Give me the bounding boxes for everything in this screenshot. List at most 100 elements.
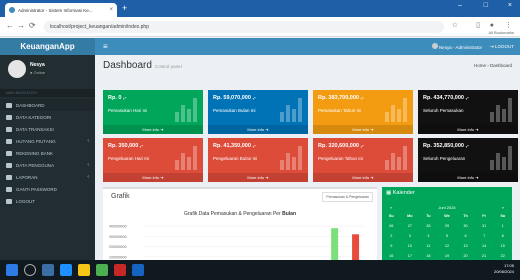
user-menu[interactable]: Nesya - Administrator [431, 43, 482, 50]
grafik-title: Grafik [111, 193, 130, 200]
more-info-link[interactable]: More info ➜ [313, 173, 413, 182]
sidebar: Nesya ● Online MAIN NAVIGATION DASHBOARD… [0, 55, 95, 260]
back-icon[interactable]: ← [6, 22, 14, 30]
calendar-date[interactable]: 7 [475, 231, 494, 241]
calendar-date[interactable]: 31 [475, 221, 494, 231]
tab-pemasukan-pengeluaran[interactable]: Pemasukan & Pengeluaran [322, 192, 373, 202]
calendar-date[interactable]: 6 [456, 231, 475, 241]
calendar-date[interactable]: 17 [401, 251, 420, 260]
new-tab-icon[interactable]: + [122, 3, 127, 13]
sidebar-menu: DASHBOARD DATA KATEGORI DATA TRANSAKSI HUTA… [0, 99, 95, 207]
hamburger-icon[interactable]: ≡ [103, 42, 108, 51]
clock-date: 20/06/2024 [493, 269, 514, 274]
sidebar-item-data-transaksi[interactable]: DATA TRANSAKSI [0, 123, 95, 135]
browser-tab[interactable]: Administrator - Sistem Informasi Ke... × [5, 3, 117, 17]
sidebar-item-laporan[interactable]: LAPORAN ‹ [0, 171, 95, 183]
reload-icon[interactable]: ⟳ [29, 22, 36, 30]
calendar-date[interactable]: 28 [419, 221, 438, 231]
calendar-date[interactable]: 27 [401, 221, 420, 231]
calendar-date[interactable]: 5 [438, 231, 457, 241]
edge-icon[interactable] [60, 264, 72, 276]
search-icon[interactable] [24, 264, 36, 276]
task-view-icon[interactable] [42, 264, 54, 276]
all-bookmarks[interactable]: All Bookmarks [488, 30, 514, 35]
stat-box: Rp. 352,850,000 ,- Seluruh Pengeluaran Mor… [418, 138, 518, 182]
more-info-link[interactable]: More info ➜ [418, 125, 518, 134]
calendar-date[interactable]: 22 [493, 251, 512, 260]
sidebar-item-data-kategori[interactable]: DATA KATEGORI [0, 111, 95, 123]
menu-kebab-icon[interactable]: ⋮ [505, 22, 512, 30]
mail-icon[interactable] [132, 264, 144, 276]
calendar-header: ▦ Kalender [386, 190, 415, 196]
calendar-date[interactable]: 20 [456, 251, 475, 260]
calendar-date[interactable]: 29 [438, 221, 457, 231]
stat-value: Rp. 350,000 ,- [108, 143, 144, 149]
page-subtitle: Control panel [154, 64, 182, 69]
calendar-date[interactable]: 16 [382, 251, 401, 260]
minimize-icon[interactable]: – [458, 2, 462, 9]
sidebar-item-label: DATA PENGGUNA [16, 162, 55, 168]
menu-icon [6, 186, 12, 192]
stat-bar-icon [490, 98, 512, 122]
calendar-date[interactable]: 4 [419, 231, 438, 241]
calendar-date[interactable]: 30 [456, 221, 475, 231]
logout-top-button[interactable]: ⇥ LOGOUT [490, 44, 514, 50]
profile-icon[interactable]: ● [490, 22, 494, 30]
more-info-link[interactable]: More info ➜ [208, 173, 308, 182]
system-tray[interactable]: 17:05 20/06/2024 [494, 263, 514, 275]
calendar-date[interactable]: 19 [438, 251, 457, 260]
more-info-link[interactable]: More info ➜ [208, 125, 308, 134]
more-info-label: More info [142, 127, 160, 132]
chrome-icon[interactable] [96, 264, 108, 276]
more-info-link[interactable]: More info ➜ [103, 173, 203, 182]
calendar-date[interactable]: 1 [493, 221, 512, 231]
extensions-icon[interactable]: ▯ [476, 22, 480, 30]
stat-value: Rp. 0 ,- [108, 95, 127, 101]
calendar-date[interactable]: 3 [401, 231, 420, 241]
sidebar-item-rekening-bank[interactable]: REKENING BANK [0, 147, 95, 159]
calendar-date[interactable]: 11 [419, 241, 438, 251]
app-icon[interactable] [114, 264, 126, 276]
more-info-link[interactable]: More info ➜ [313, 125, 413, 134]
file-explorer-icon[interactable] [78, 264, 90, 276]
sidebar-item-data-pengguna[interactable]: DATA PENGGUNA ‹ [0, 159, 95, 171]
calendar-date[interactable]: 13 [456, 241, 475, 251]
sidebar-item-dashboard[interactable]: DASHBOARD [0, 99, 95, 111]
windows-start-icon[interactable] [6, 264, 18, 276]
more-info-label: More info [352, 175, 370, 180]
sidebar-item-logout[interactable]: LOGOUT [0, 195, 95, 207]
calendar-panel: ▦ Kalender « Juni 2024 » Su Mo Tu We Th Fr Sa 2… [382, 187, 512, 260]
sidebar-item-label: GANTI PASSWORD [16, 186, 57, 192]
chevron-left-icon: ‹ [87, 174, 89, 180]
more-info-link[interactable]: More info ➜ [103, 125, 203, 134]
maximize-icon[interactable]: □ [484, 2, 488, 9]
chart-title-text: Grafik Data Pemasukan & Pengeluaran Per [184, 211, 281, 217]
calendar-date[interactable]: 10 [401, 241, 420, 251]
calendar-date[interactable]: 2 [382, 231, 401, 241]
calendar-date[interactable]: 12 [438, 241, 457, 251]
calendar-next-icon[interactable]: » [502, 205, 504, 210]
sidebar-item-hutang-piutang[interactable]: HUTANG PIUTANG ‹ [0, 135, 95, 147]
calendar-icon: ▦ [386, 190, 392, 196]
close-tab-icon[interactable]: × [109, 7, 113, 13]
calendar-date[interactable]: 26 [382, 221, 401, 231]
calendar-date[interactable]: 9 [382, 241, 401, 251]
window-close-icon[interactable]: × [508, 2, 512, 9]
forward-icon[interactable]: → [17, 22, 25, 30]
calendar-title: Kalender [392, 190, 415, 196]
url-field[interactable]: localhost/project_keuangan/admin/index.p… [44, 21, 444, 33]
calendar-date[interactable]: 15 [493, 241, 512, 251]
menu-icon [6, 138, 12, 144]
calendar-date[interactable]: 18 [419, 251, 438, 260]
calendar-date[interactable]: 8 [493, 231, 512, 241]
calendar-date[interactable]: 21 [475, 251, 494, 260]
more-info-label: More info [457, 127, 475, 132]
breadcrumb[interactable]: Home › Dashboard [474, 63, 512, 68]
stat-label: Pengeluaran Tahun Ini [318, 156, 363, 161]
sidebar-item-ganti-password[interactable]: GANTI PASSWORD [0, 183, 95, 195]
main-content: Dashboard Control panel Home › Dashboard … [95, 55, 520, 267]
calendar-date[interactable]: 14 [475, 241, 494, 251]
app-logo[interactable]: KeuanganApp [0, 38, 95, 55]
star-icon[interactable]: ☆ [452, 22, 458, 30]
more-info-link[interactable]: More info ➜ [418, 173, 518, 182]
